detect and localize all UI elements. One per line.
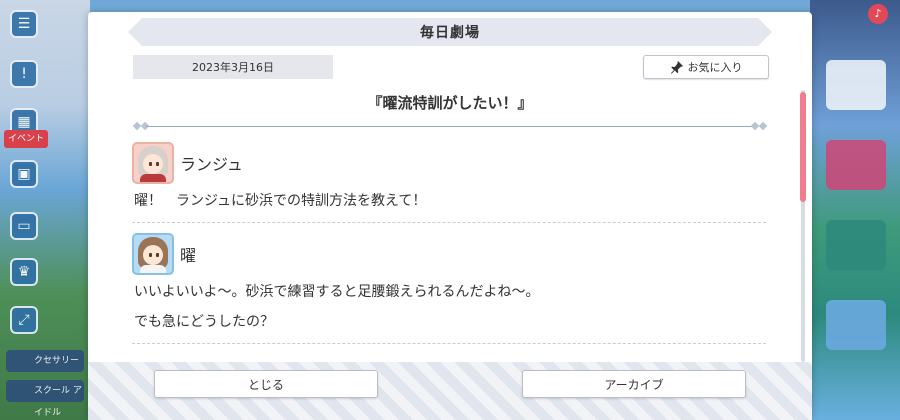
message-line: いいよいいよ〜。砂浜で練習すると足腰鍛えられるんだよね〜。 bbox=[134, 284, 540, 300]
message-list[interactable]: ランジュ 曜！ ランジュに砂浜での特訓方法を教えて！ 曜 いいよいいよ〜。砂浜で… bbox=[132, 140, 766, 365]
school-idol-button[interactable]: スクール アイドル bbox=[6, 380, 84, 418]
closet-button[interactable]: クセサリー bbox=[6, 350, 84, 372]
date-label: 2023年3月16日 bbox=[133, 55, 333, 79]
expand-icon[interactable]: ⤢ bbox=[10, 306, 38, 334]
divider-line bbox=[146, 125, 754, 127]
message-separator bbox=[132, 343, 766, 344]
episode-title: 『曜流特訓がしたい！』 bbox=[367, 94, 533, 112]
archive-button[interactable]: アーカイブ bbox=[522, 370, 746, 398]
you-avatar bbox=[132, 233, 174, 275]
notice-icon[interactable]: ! bbox=[10, 60, 38, 88]
message-item: ランジュ 曜！ ランジュに砂浜での特訓方法を教えて！ bbox=[132, 140, 766, 223]
notification-bell-icon[interactable]: ♪ bbox=[868, 4, 888, 24]
menu-icon[interactable]: ☰ bbox=[10, 10, 38, 38]
scrollbar-thumb[interactable] bbox=[800, 92, 806, 202]
dialog-title: 毎日劇場 bbox=[420, 25, 480, 41]
screen-icon[interactable]: ▭ bbox=[10, 212, 38, 240]
message-header: 曜 bbox=[132, 231, 766, 277]
event-label: イベント bbox=[4, 130, 49, 148]
favorite-button[interactable]: お気に入り bbox=[643, 55, 769, 79]
right-tile-2 bbox=[826, 140, 886, 190]
trophy-icon[interactable]: ♛ bbox=[10, 258, 38, 286]
pin-icon bbox=[670, 60, 683, 74]
speaker-name: ランジュ bbox=[180, 155, 243, 174]
favorite-label: お気に入り bbox=[687, 61, 743, 74]
daily-theater-dialog: 毎日劇場 2023年3月16日 お気に入り 『曜流特訓がしたい！』 ランジュ 曜… bbox=[88, 12, 812, 420]
gift-icon[interactable]: ▣ bbox=[10, 160, 38, 188]
message-line: でも急にどうしたの？ bbox=[134, 314, 274, 330]
message-line: 曜！ ランジュに砂浜での特訓方法を教えて！ bbox=[134, 193, 427, 209]
close-button[interactable]: とじる bbox=[154, 370, 378, 398]
message-item: 曜 いいよいいよ〜。砂浜で練習すると足腰鍛えられるんだよね〜。 でも急にどうした… bbox=[132, 231, 766, 344]
message-header: ランジュ bbox=[132, 140, 766, 186]
message-separator bbox=[132, 222, 766, 223]
speaker-name: 曜 bbox=[180, 246, 197, 265]
right-tile-4 bbox=[826, 300, 886, 350]
right-tile-1 bbox=[826, 60, 886, 110]
title-divider bbox=[132, 121, 768, 131]
ranju-avatar bbox=[132, 142, 174, 184]
divider-diamond-right bbox=[758, 121, 768, 131]
right-tile-3 bbox=[826, 220, 886, 270]
dialog-title-bar: 毎日劇場 bbox=[128, 18, 772, 46]
